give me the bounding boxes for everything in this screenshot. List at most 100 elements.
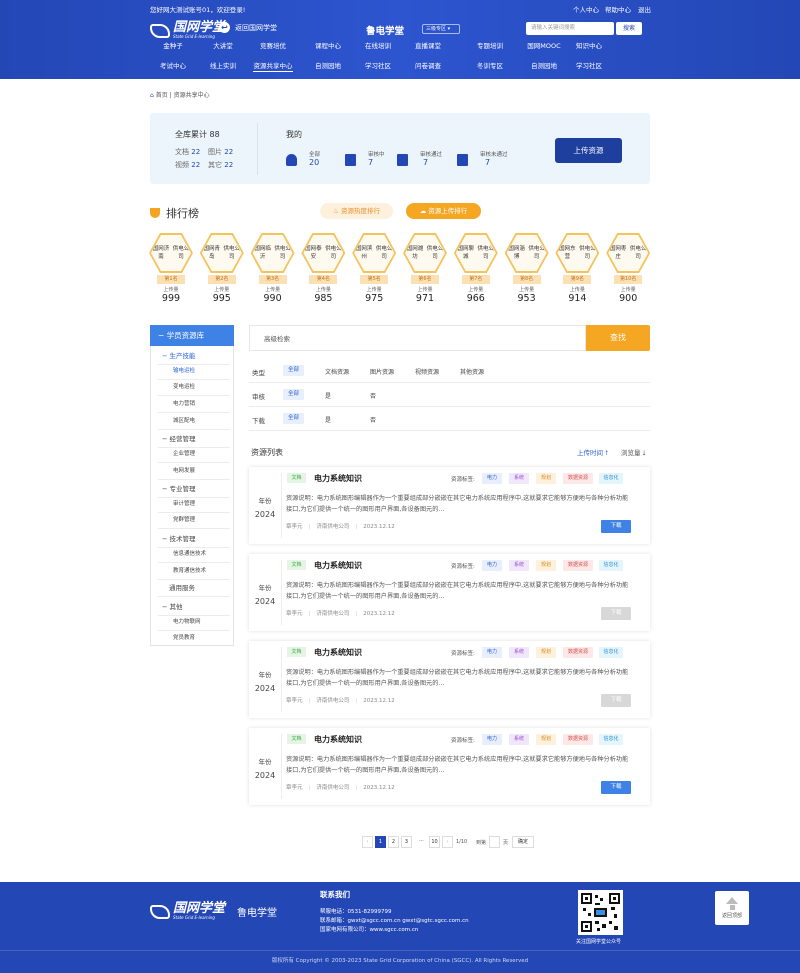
ranking-item[interactable]: 国网枣庄 供电公司 第10名 上传量 900 bbox=[605, 233, 651, 304]
resource-tag[interactable]: 系统 bbox=[509, 647, 529, 658]
nav-item-5[interactable]: 学习社区 bbox=[358, 61, 398, 72]
sidebar-item[interactable]: 城区配电 bbox=[173, 416, 195, 424]
nav-item-3[interactable]: 竞赛培优 bbox=[253, 41, 293, 52]
sidebar-item[interactable]: − 生产技能 bbox=[162, 350, 196, 360]
search-input[interactable]: 请输入关键词搜索 bbox=[526, 22, 614, 35]
type-option[interactable]: 文档资源 bbox=[325, 367, 349, 376]
audit-option[interactable]: 是 bbox=[325, 391, 331, 400]
search-button[interactable]: 搜索 bbox=[616, 22, 642, 35]
pager-next[interactable]: › bbox=[442, 836, 453, 848]
resource-tag[interactable]: 规划 bbox=[536, 734, 556, 745]
nav-item-7[interactable]: 冬训专区 bbox=[470, 61, 510, 72]
sidebar-item[interactable]: 电力营销 bbox=[173, 399, 195, 407]
upload-resource-button[interactable]: 上传资源 bbox=[555, 138, 622, 163]
download-button[interactable]: 下载 bbox=[601, 520, 631, 533]
nav-item-6[interactable]: 直播课堂 bbox=[408, 41, 448, 52]
nav-item-2[interactable]: 线上实训 bbox=[203, 61, 243, 72]
upload-ranking-tab[interactable]: ☁ 资源上传排行 bbox=[406, 203, 481, 219]
resource-title[interactable]: 电力系统知识 bbox=[314, 734, 362, 745]
hot-ranking-tab[interactable]: ♨ 资源热度排行 bbox=[320, 203, 393, 219]
nav-item-9[interactable]: 知识中心 bbox=[569, 41, 609, 52]
resource-tag[interactable]: 规划 bbox=[536, 473, 556, 484]
sidebar-item[interactable]: 电力物联网 bbox=[173, 617, 201, 625]
resource-tag[interactable]: 信息化 bbox=[599, 734, 623, 745]
logout-link[interactable]: 退出 bbox=[638, 4, 651, 14]
download-option[interactable]: 否 bbox=[370, 415, 376, 424]
type-option[interactable]: 视频资源 bbox=[415, 367, 439, 376]
resource-tag[interactable]: 数据资源 bbox=[563, 473, 593, 484]
resource-tag[interactable]: 规划 bbox=[536, 560, 556, 571]
sidebar-item[interactable]: 变电运检 bbox=[173, 382, 195, 390]
resource-tag[interactable]: 系统 bbox=[509, 473, 529, 484]
resource-tag[interactable]: 信息化 bbox=[599, 647, 623, 658]
nav-item-1[interactable]: 考试中心 bbox=[153, 61, 193, 72]
ranking-item[interactable]: 国网淄博 供电公司 第8名 上传量 953 bbox=[504, 233, 550, 304]
sidebar-title[interactable]: − 学员资源库 bbox=[150, 325, 234, 346]
sidebar-item[interactable]: 信息通信技术 bbox=[173, 549, 206, 557]
download-button[interactable]: 下载 bbox=[601, 694, 631, 707]
sidebar-item[interactable]: − 专业管理 bbox=[162, 483, 196, 493]
resource-tag[interactable]: 电力 bbox=[482, 647, 502, 658]
resource-tag[interactable]: 数据资源 bbox=[563, 734, 593, 745]
resource-tag[interactable]: 规划 bbox=[536, 647, 556, 658]
ranking-item[interactable]: 国网泰安 供电公司 第4名 上传量 985 bbox=[300, 233, 346, 304]
back-to-main-link[interactable]: ↩ 返回国网学堂 bbox=[219, 22, 277, 33]
pager-page[interactable]: 3 bbox=[401, 836, 412, 848]
sidebar-item[interactable]: 电网发展 bbox=[173, 466, 195, 474]
type-option[interactable]: 其他资源 bbox=[460, 367, 484, 376]
advanced-search-input[interactable]: 高级检索 bbox=[249, 325, 586, 351]
resource-tag[interactable]: 数据资源 bbox=[563, 647, 593, 658]
sidebar-item[interactable]: 企业管理 bbox=[173, 449, 195, 457]
resource-tag[interactable]: 电力 bbox=[482, 560, 502, 571]
contact-company[interactable]: 国家电网有限公司：www.sgcc.com.cn bbox=[320, 925, 418, 933]
audit-option[interactable]: 否 bbox=[370, 391, 376, 400]
ranking-item[interactable]: 国网济南 供电公司 第1名 上传量 999 bbox=[148, 233, 194, 304]
nav-item-1[interactable]: 金种子 bbox=[153, 41, 193, 52]
pager-page[interactable]: 1 bbox=[375, 836, 386, 848]
sidebar-item[interactable]: 审计管理 bbox=[173, 499, 195, 507]
breadcrumb-home[interactable]: 首页 bbox=[156, 92, 168, 99]
type-option[interactable]: 图片资源 bbox=[370, 367, 394, 376]
resource-title[interactable]: 电力系统知识 bbox=[314, 560, 362, 571]
ranking-item[interactable]: 国网滨州 供电公司 第5名 上传量 975 bbox=[351, 233, 397, 304]
sort-by-views[interactable]: 浏览量 ⭣ bbox=[621, 447, 646, 458]
sidebar-item[interactable]: − 技术管理 bbox=[162, 533, 196, 543]
resource-tag[interactable]: 系统 bbox=[509, 560, 529, 571]
nav-item-6[interactable]: 问卷调查 bbox=[408, 61, 448, 72]
download-button[interactable]: 下载 bbox=[601, 607, 631, 620]
ranking-item[interactable]: 国网聊城 供电公司 第7名 上传量 966 bbox=[453, 233, 499, 304]
nav-item-9[interactable]: 学习社区 bbox=[569, 61, 609, 72]
zone-select[interactable]: 三级专区 ▾ bbox=[422, 24, 460, 34]
download-button[interactable]: 下载 bbox=[601, 781, 631, 794]
ranking-item[interactable]: 国网青岛 供电公司 第2名 上传量 995 bbox=[199, 233, 245, 304]
nav-item-4[interactable]: 课程中心 bbox=[308, 41, 348, 52]
sidebar-item[interactable]: 党群管理 bbox=[173, 515, 195, 523]
nav-item-4[interactable]: 自测园地 bbox=[308, 61, 348, 72]
sidebar-item[interactable]: 教育通信技术 bbox=[173, 566, 206, 574]
ranking-item[interactable]: 国网东营 供电公司 第9名 上传量 914 bbox=[554, 233, 600, 304]
nav-item-3[interactable]: 资源共享中心 bbox=[253, 61, 293, 72]
nav-item-5[interactable]: 在线培训 bbox=[358, 41, 398, 52]
personal-center-link[interactable]: 个人中心 bbox=[573, 4, 599, 14]
ranking-item[interactable]: 国网潍坊 供电公司 第6名 上传量 971 bbox=[402, 233, 448, 304]
site-logo[interactable]: 国网学堂 State Grid E-learning bbox=[150, 21, 225, 39]
ranking-item[interactable]: 国网临沂 供电公司 第3名 上传量 990 bbox=[250, 233, 296, 304]
back-to-top-button[interactable]: 返回顶部 bbox=[715, 891, 749, 925]
sidebar-item[interactable]: 输电运检 bbox=[173, 366, 195, 374]
resource-card[interactable]: 年份 2024 文档 电力系统知识 资源标签: 电力 系统 规划 数据资源 信息化 资源说明：电力系… bbox=[249, 467, 650, 544]
help-center-link[interactable]: 帮助中心 bbox=[605, 4, 631, 14]
pager-page[interactable]: 10 bbox=[429, 836, 440, 848]
resource-title[interactable]: 电力系统知识 bbox=[314, 647, 362, 658]
nav-item-8[interactable]: 国网MOOC bbox=[521, 41, 567, 52]
pager-confirm-button[interactable]: 确定 bbox=[512, 836, 534, 848]
nav-item-2[interactable]: 大讲堂 bbox=[203, 41, 243, 52]
pager-page[interactable]: 2 bbox=[388, 836, 399, 848]
nav-item-7[interactable]: 专题培训 bbox=[470, 41, 510, 52]
resource-tag[interactable]: 信息化 bbox=[599, 473, 623, 484]
sort-by-time[interactable]: 上传时间 ⭡ bbox=[577, 447, 608, 458]
resource-card[interactable]: 年份 2024 文档 电力系统知识 资源标签: 电力 系统 规划 数据资源 信息化 资源说明：电力系… bbox=[249, 641, 650, 718]
type-option-all[interactable]: 全部 bbox=[283, 365, 305, 376]
resource-tag[interactable]: 电力 bbox=[482, 473, 502, 484]
find-button[interactable]: 查找 bbox=[586, 325, 650, 351]
resource-tag[interactable]: 电力 bbox=[482, 734, 502, 745]
